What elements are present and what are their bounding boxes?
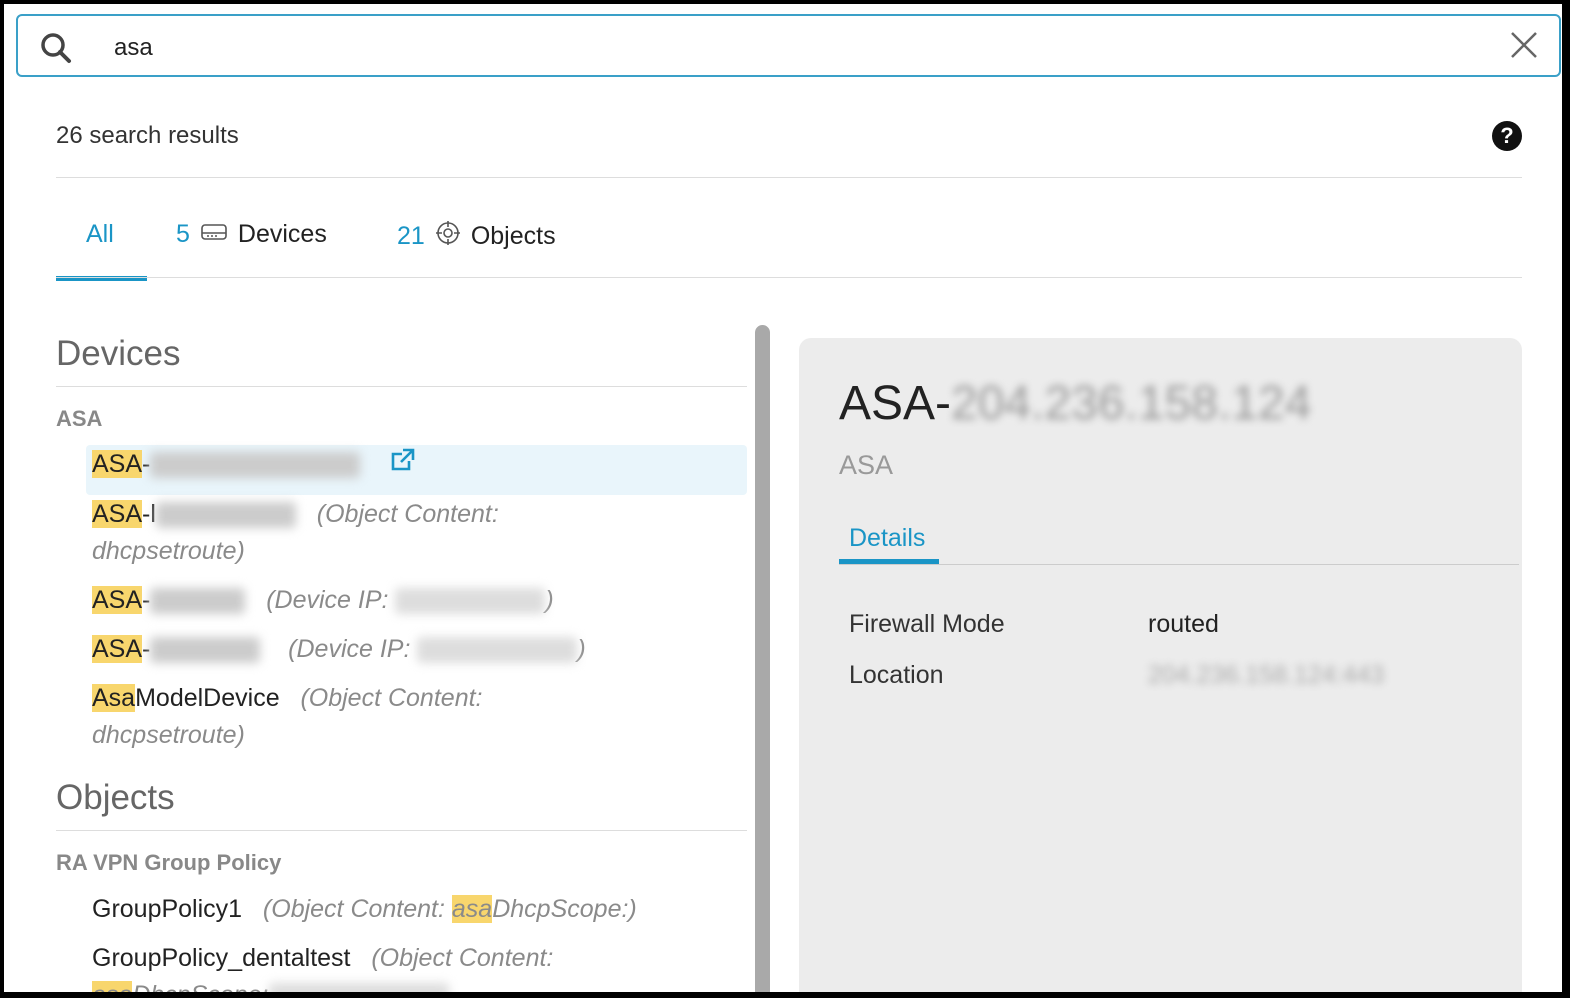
device-group-label: ASA [56, 406, 103, 431]
tab-all[interactable]: All [86, 220, 114, 249]
devices-heading: Devices [56, 334, 181, 373]
search-overlay: asa 26 search results ? All 5 Devices 21… [4, 4, 1562, 992]
location-label: Location [849, 661, 944, 689]
results-scrollbar[interactable] [755, 325, 770, 992]
list-item[interactable]: GroupPolicy1 (Object Content: asaDhcpSco… [92, 891, 637, 928]
divider [56, 177, 1522, 178]
search-input[interactable]: asa [114, 34, 153, 62]
list-item[interactable]: ASA- (Device IP: ) [92, 582, 554, 619]
firewall-mode-label: Firewall Mode [849, 610, 1005, 638]
tab-details[interactable]: Details [849, 524, 925, 553]
detail-title: ASA-204.236.158.124 [839, 377, 1312, 430]
object-icon [435, 220, 461, 253]
location-value: 204.236.158.124:443 [1148, 661, 1385, 689]
list-item[interactable]: AsaModelDevice (Object Content: dhcpsetro… [92, 680, 482, 754]
detail-panel: ASA-204.236.158.124 ASA Details Firewall… [799, 338, 1522, 992]
external-link-icon[interactable] [389, 448, 417, 479]
list-item[interactable]: GroupPolicy_dentaltest (Object Content:a… [92, 940, 553, 992]
list-item[interactable]: ASA-l (Object Content: dhcpsetroute) [92, 496, 499, 570]
device-icon [200, 220, 228, 249]
divider [56, 830, 747, 831]
tab-devices[interactable]: 5 Devices [176, 220, 327, 249]
search-bar[interactable]: asa [16, 14, 1561, 77]
divider [839, 564, 1519, 565]
divider [56, 386, 747, 387]
list-item[interactable]: ASA- [92, 446, 417, 484]
help-icon[interactable]: ? [1492, 121, 1522, 151]
tab-objects[interactable]: 21 Objects [397, 220, 556, 253]
objects-heading: Objects [56, 778, 175, 817]
clear-search-icon[interactable] [1509, 30, 1539, 65]
object-group-label: RA VPN Group Policy [56, 850, 282, 875]
firewall-mode-value: routed [1148, 610, 1219, 638]
detail-type: ASA [839, 450, 894, 480]
divider [56, 277, 1522, 278]
list-item[interactable]: ASA- (Device IP: ) [92, 631, 586, 668]
search-icon [40, 32, 72, 69]
results-count: 26 search results [56, 122, 239, 149]
